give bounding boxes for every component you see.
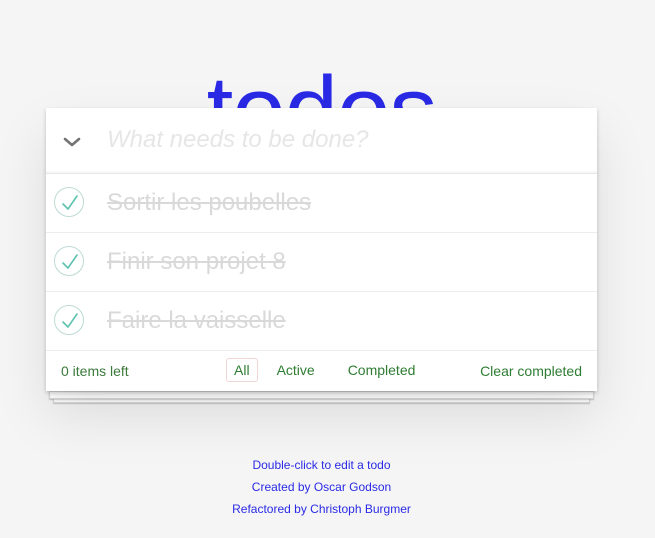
filter-completed-link[interactable]: Completed (340, 358, 424, 382)
new-todo-header (46, 108, 597, 174)
todo-item[interactable]: Finir son projet 8 (46, 233, 597, 292)
filter-all-link[interactable]: All (226, 358, 258, 382)
chevron-down-icon (62, 135, 82, 153)
todo-footer: 0 items left All Active Completed Clear … (46, 351, 597, 391)
info-refactored-by: Refactored by Christoph Burgmer (232, 502, 411, 516)
new-todo-input[interactable] (107, 120, 577, 160)
todo-label[interactable]: Finir son projet 8 (107, 248, 286, 276)
todo-toggle-checkbox[interactable] (54, 246, 84, 276)
toggle-all-button[interactable] (56, 122, 88, 158)
filters: All Active Completed (226, 358, 428, 382)
todo-app: Sortir les poubelles Finir son projet 8 (46, 108, 597, 391)
filter-active-link[interactable]: Active (269, 358, 323, 382)
todo-label[interactable]: Faire la vaisselle (107, 307, 286, 335)
todo-item[interactable]: Sortir les poubelles (46, 174, 597, 233)
todo-toggle-checkbox[interactable] (54, 305, 84, 335)
todo-list: Sortir les poubelles Finir son projet 8 (46, 174, 597, 351)
info-footer: Double-click to edit a todo Created by O… (0, 454, 643, 520)
todo-label[interactable]: Sortir les poubelles (107, 189, 311, 217)
stack-shadow-1 (49, 391, 594, 399)
info-edit-hint: Double-click to edit a todo (252, 458, 391, 472)
todo-item[interactable]: Faire la vaisselle (46, 292, 597, 351)
todo-toggle-checkbox[interactable] (54, 187, 84, 217)
clear-completed-button[interactable]: Clear completed (480, 363, 582, 379)
items-left-count: 0 items left (61, 363, 129, 379)
info-created-by: Created by Oscar Godson (251, 480, 392, 494)
